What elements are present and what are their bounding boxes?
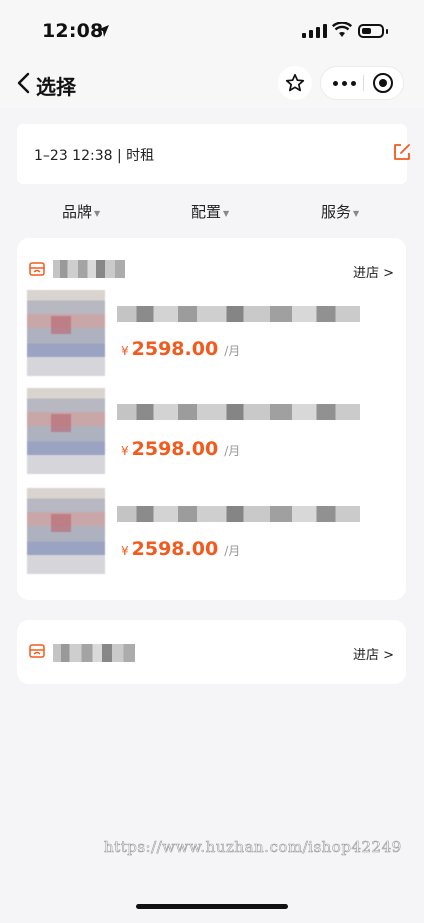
miniprogram-capsule [320,66,404,100]
currency-symbol: ¥ [121,544,129,558]
product-title-blurred [117,404,360,420]
price-value: 2598.00 [131,538,219,560]
price-value: 2598.00 [131,438,219,460]
close-target-icon[interactable] [373,73,393,93]
favorite-button[interactable] [278,66,312,100]
filter-config[interactable]: 配置 ▼ [191,201,229,222]
rental-time-text: 1–23 12:38 | 时租 [34,148,155,164]
battery-cap [386,29,388,34]
currency-symbol: ¥ [121,444,129,458]
chevron-down-icon: ▼ [353,208,360,218]
wifi-icon [332,22,352,37]
product-price: ¥ 2598.00 /月 [121,338,240,360]
cellular-signal-icon [302,24,327,38]
filter-config-label: 配置 [191,203,222,221]
home-indicator [136,904,288,909]
store-name-blurred [53,644,135,662]
filter-service[interactable]: 服务 ▼ [321,201,359,222]
enter-store-link[interactable]: 进店 > [353,644,394,663]
filter-bar: 品牌 ▼ 配置 ▼ 服务 ▼ [0,196,424,228]
back-chevron-icon[interactable] [16,72,34,94]
product-image [27,388,105,474]
edit-icon[interactable] [393,143,411,161]
filter-service-label: 服务 [321,203,352,221]
more-dots-icon[interactable] [333,76,357,90]
product-price: ¥ 2598.00 /月 [121,438,240,460]
price-value: 2598.00 [131,338,219,360]
chevron-down-icon: ▼ [94,208,101,218]
product-image [27,488,105,574]
price-unit: /月 [224,544,241,558]
capsule-divider [363,75,364,91]
store-card: 进店 > ¥ 2598.00 /月 ¥ 2598.00 /月 ¥ 2598.00… [17,238,406,600]
product-title-blurred [117,306,360,322]
star-icon [285,73,305,92]
product-image [27,290,105,376]
filter-brand[interactable]: 品牌 ▼ [62,201,100,222]
currency-symbol: ¥ [121,344,129,358]
store-icon [29,262,45,276]
price-unit: /月 [224,344,241,358]
store-card: 进店 > [17,620,406,684]
battery-icon [358,24,384,38]
store-name-blurred [53,260,125,278]
rental-time-bar[interactable]: 1–23 12:38 | 时租 [17,124,410,184]
watermark-text: https://www.huzhan.com/ishop42249 [104,838,402,857]
chevron-down-icon: ▼ [223,208,230,218]
status-bar: 12:08 [0,0,424,60]
page-title: 选择 [36,75,76,99]
store-icon [29,644,45,658]
location-arrow-icon [97,25,109,37]
nav-bar: 选择 [0,60,424,108]
filter-brand-label: 品牌 [62,203,93,221]
status-time: 12:08 [42,20,104,42]
product-title-blurred [117,506,360,522]
product-price: ¥ 2598.00 /月 [121,538,240,560]
price-unit: /月 [224,444,241,458]
enter-store-link[interactable]: 进店 > [353,262,394,281]
